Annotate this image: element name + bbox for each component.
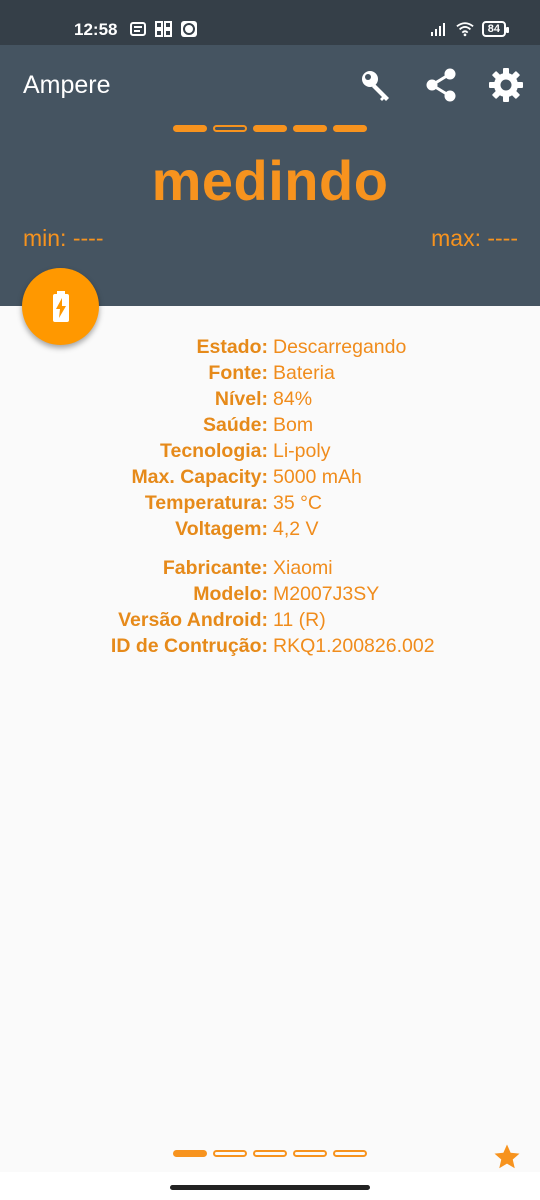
info-row: Modelo: M2007J3SY bbox=[0, 581, 540, 607]
settings-button[interactable] bbox=[486, 65, 526, 105]
info-label: Estado: bbox=[196, 336, 268, 358]
info-label: Fonte: bbox=[208, 362, 268, 384]
info-value: M2007J3SY bbox=[273, 583, 380, 605]
settings-icon bbox=[489, 68, 523, 102]
info-row: Voltagem: 4,2 V bbox=[0, 516, 540, 542]
info-value: 4,2 V bbox=[273, 518, 319, 540]
info-row: Fonte: Bateria bbox=[0, 360, 540, 386]
info-value: Xiaomi bbox=[273, 557, 333, 579]
key-icon bbox=[362, 71, 389, 101]
page-dot[interactable] bbox=[213, 125, 247, 132]
info-value: 35 °C bbox=[273, 492, 322, 514]
star-icon bbox=[494, 1144, 520, 1169]
page-dot[interactable] bbox=[333, 125, 367, 132]
navigation-bar bbox=[0, 1172, 540, 1200]
info-row: Estado: Descarregando bbox=[0, 334, 540, 360]
info-value: 11 (R) bbox=[273, 609, 326, 631]
info-label: Fabricante: bbox=[162, 557, 268, 579]
info-value: Bom bbox=[273, 414, 314, 436]
status-time: 12:58 bbox=[74, 20, 118, 39]
page-dot[interactable] bbox=[173, 1150, 207, 1157]
android-icon bbox=[181, 21, 197, 37]
min-value-label: min: ---- bbox=[23, 225, 104, 251]
info-row: Max. Capacity: 5000 mAh bbox=[0, 464, 540, 490]
info-row: Temperatura: 35 °C bbox=[0, 490, 540, 516]
max-value-label: max: ---- bbox=[431, 225, 518, 251]
info-row: Tecnologia: Li-poly bbox=[0, 438, 540, 464]
info-row: Nível: 84% bbox=[0, 386, 540, 412]
info-label: Temperatura: bbox=[144, 492, 268, 514]
info-label: ID de Contrução: bbox=[110, 635, 268, 657]
info-label: Modelo: bbox=[193, 583, 268, 605]
apps-grid-icon bbox=[155, 21, 172, 37]
info-row: Versão Android: 11 (R) bbox=[0, 607, 540, 633]
info-value: 84% bbox=[273, 388, 313, 410]
page-dot[interactable] bbox=[253, 1150, 287, 1157]
device-info-list: Fabricante: Xiaomi Modelo: M2007J3SY Versã… bbox=[0, 555, 540, 659]
app-header: Ampere medindo min: ---- max: ---- bbox=[0, 45, 540, 306]
page-dot[interactable] bbox=[173, 125, 207, 132]
wifi-icon bbox=[456, 22, 474, 37]
measurement-page-indicator bbox=[0, 125, 540, 132]
share-button[interactable] bbox=[421, 65, 461, 105]
info-label: Voltagem: bbox=[175, 518, 268, 540]
battery-info-list: Estado: Descarregando Fonte: Bateria Nível… bbox=[0, 334, 540, 542]
page-dot[interactable] bbox=[213, 1150, 247, 1157]
page-dot[interactable] bbox=[293, 125, 327, 132]
app-title: Ampere bbox=[23, 71, 111, 99]
info-value: 5000 mAh bbox=[273, 466, 362, 488]
info-value: Bateria bbox=[273, 362, 335, 384]
info-row: Saúde: Bom bbox=[0, 412, 540, 438]
page-dot[interactable] bbox=[333, 1150, 367, 1157]
info-label: Saúde: bbox=[202, 414, 268, 436]
bottom-page-indicator bbox=[0, 1150, 540, 1157]
info-label: Tecnologia: bbox=[160, 440, 268, 462]
page-dot[interactable] bbox=[293, 1150, 327, 1157]
info-label: Nível: bbox=[214, 388, 268, 410]
info-value: Descarregando bbox=[273, 336, 407, 358]
info-value: Li-poly bbox=[273, 440, 331, 462]
message-icon bbox=[130, 22, 146, 36]
battery-icon: 84 bbox=[481, 21, 510, 37]
status-icons-left bbox=[130, 21, 198, 37]
signal-icon bbox=[430, 23, 445, 36]
home-gesture-pill[interactable] bbox=[170, 1185, 370, 1190]
info-value: RKQ1.200826.002 bbox=[273, 635, 435, 657]
status-icons-right: 84 bbox=[430, 21, 510, 37]
status-bar: 12:58 84 bbox=[0, 0, 540, 45]
share-icon bbox=[426, 68, 456, 102]
favorite-button[interactable] bbox=[492, 1142, 522, 1172]
measurement-status: medindo bbox=[151, 149, 389, 212]
info-row: ID de Contrução: RKQ1.200826.002 bbox=[0, 633, 540, 659]
battery-charging-icon bbox=[52, 290, 69, 322]
page-dot[interactable] bbox=[253, 125, 287, 132]
battery-level: 84 bbox=[487, 23, 500, 35]
key-button[interactable] bbox=[356, 65, 396, 105]
info-row: Fabricante: Xiaomi bbox=[0, 555, 540, 581]
info-label: Versão Android: bbox=[118, 609, 268, 631]
info-label: Max. Capacity: bbox=[131, 466, 268, 488]
